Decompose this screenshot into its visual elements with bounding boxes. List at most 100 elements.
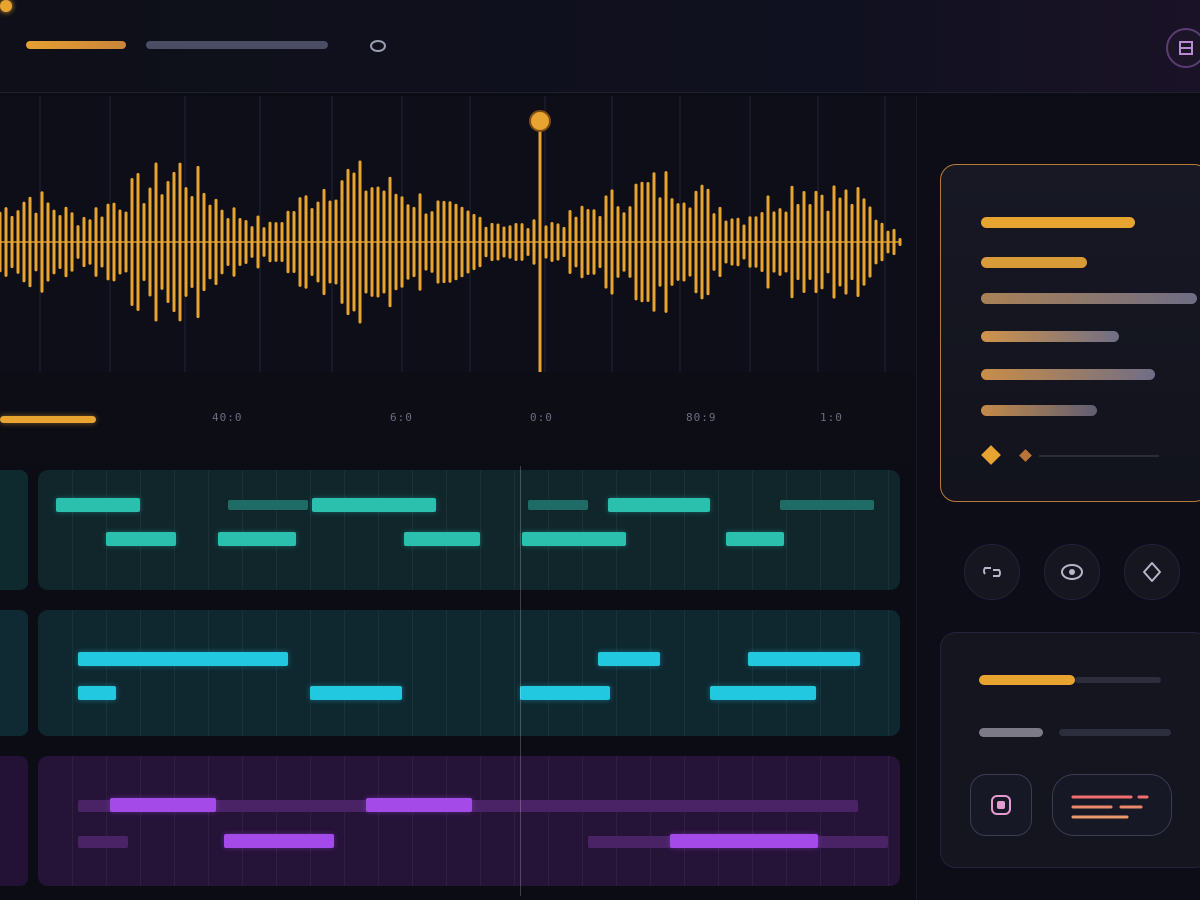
param-bar[interactable] xyxy=(981,217,1135,228)
grid-line xyxy=(208,470,209,590)
grid-line xyxy=(446,470,447,590)
grid-line xyxy=(752,610,753,736)
project-name-placeholder xyxy=(146,41,328,49)
grid-line xyxy=(208,756,209,886)
midi-note[interactable] xyxy=(522,532,626,546)
clip-options-button[interactable] xyxy=(1052,774,1172,836)
track-2-header[interactable] xyxy=(0,610,28,736)
grid-line xyxy=(106,756,107,886)
grid-line xyxy=(412,610,413,736)
marker-diamond-small-icon[interactable] xyxy=(1019,449,1032,462)
midi-note[interactable] xyxy=(366,798,472,812)
grid-line xyxy=(684,756,685,886)
loop-icon[interactable] xyxy=(368,37,388,55)
grid-line xyxy=(548,610,549,736)
midi-note[interactable] xyxy=(608,498,710,512)
param-bar[interactable] xyxy=(981,405,1097,416)
grid-line xyxy=(72,756,73,886)
visibility-button[interactable] xyxy=(1044,544,1100,600)
playhead-handle[interactable] xyxy=(529,110,551,132)
midi-note[interactable] xyxy=(56,498,140,512)
grid-line xyxy=(242,756,243,886)
marker-diamond-icon[interactable] xyxy=(981,445,1001,465)
grid-line xyxy=(480,610,481,736)
track-1-header[interactable] xyxy=(0,470,28,590)
grid-line xyxy=(276,610,277,736)
midi-note[interactable] xyxy=(224,834,334,848)
midi-note[interactable] xyxy=(520,686,610,700)
grid-line xyxy=(684,610,685,736)
grid-line xyxy=(820,470,821,590)
midi-note[interactable] xyxy=(670,834,818,848)
midi-note[interactable] xyxy=(310,686,402,700)
slider-track[interactable] xyxy=(1039,455,1159,457)
grid-line xyxy=(72,470,73,590)
midi-note[interactable] xyxy=(78,686,116,700)
volume-bar[interactable] xyxy=(979,675,1075,685)
grid-line xyxy=(582,470,583,590)
grid-line xyxy=(548,756,549,886)
grid-line xyxy=(820,756,821,886)
midi-note[interactable] xyxy=(598,652,660,666)
grid-line xyxy=(786,756,787,886)
eye-icon xyxy=(1061,564,1083,580)
tick-label: 0:0 xyxy=(530,411,553,424)
midi-note[interactable] xyxy=(228,500,308,510)
midi-note[interactable] xyxy=(78,836,128,848)
midi-note[interactable] xyxy=(528,500,588,510)
grid-line xyxy=(548,470,549,590)
midi-note[interactable] xyxy=(404,532,480,546)
midi-note[interactable] xyxy=(312,498,436,512)
param-bar[interactable] xyxy=(981,257,1087,268)
grid-line xyxy=(378,756,379,886)
grid-line xyxy=(888,470,889,590)
grid-line xyxy=(888,610,889,736)
param-bar[interactable] xyxy=(981,293,1197,304)
param-bar[interactable] xyxy=(981,369,1155,380)
square-icon xyxy=(991,795,1011,815)
pan-bar[interactable] xyxy=(979,728,1043,737)
grid-line xyxy=(310,610,311,736)
track-1-lane[interactable] xyxy=(38,470,900,590)
track-3-header[interactable] xyxy=(0,756,28,886)
midi-note[interactable] xyxy=(780,500,874,510)
grid-line xyxy=(208,610,209,736)
volume-track[interactable] xyxy=(1075,677,1161,683)
timeline-ruler[interactable] xyxy=(0,372,916,464)
record-indicator[interactable] xyxy=(0,0,12,12)
export-button[interactable] xyxy=(1166,28,1200,68)
grid-line xyxy=(514,470,515,590)
track-2-lane[interactable] xyxy=(38,610,900,736)
grid-line xyxy=(616,470,617,590)
midi-note[interactable] xyxy=(110,798,216,812)
grid-line xyxy=(718,610,719,736)
midi-note[interactable] xyxy=(710,686,816,700)
tick-label: 6:0 xyxy=(390,411,413,424)
waveform-panel[interactable] xyxy=(0,96,916,372)
settings-button[interactable] xyxy=(1124,544,1180,600)
midi-note[interactable] xyxy=(106,532,176,546)
link-icon xyxy=(983,567,1001,577)
grid-line xyxy=(616,610,617,736)
export-icon xyxy=(1179,41,1193,55)
track-3-lane[interactable] xyxy=(38,756,900,886)
grid-line xyxy=(854,756,855,886)
param-bar[interactable] xyxy=(981,331,1119,342)
link-button[interactable] xyxy=(964,544,1020,600)
midi-note[interactable] xyxy=(218,532,296,546)
grid-line xyxy=(718,756,719,886)
waveform[interactable] xyxy=(0,96,916,372)
grid-line xyxy=(140,756,141,886)
midi-note[interactable] xyxy=(748,652,860,666)
top-toolbar xyxy=(0,0,1200,93)
grid-line xyxy=(276,470,277,590)
grid-line xyxy=(412,470,413,590)
midi-note[interactable] xyxy=(78,652,288,666)
grid-line xyxy=(310,756,311,886)
parameters-card xyxy=(940,164,1200,502)
grid-line xyxy=(140,610,141,736)
pan-track[interactable] xyxy=(1059,729,1171,736)
record-arm-button[interactable] xyxy=(970,774,1032,836)
midi-note[interactable] xyxy=(726,532,784,546)
grid-line xyxy=(378,470,379,590)
